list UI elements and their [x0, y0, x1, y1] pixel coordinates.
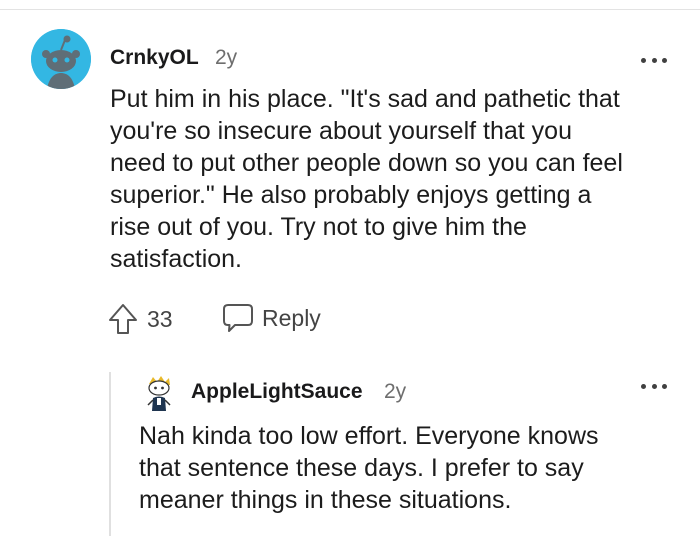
dot [641, 57, 646, 63]
thread-line[interactable] [109, 372, 111, 536]
upvote-arrow-icon [109, 304, 137, 334]
upvote-button[interactable] [108, 303, 138, 340]
dot [651, 57, 657, 63]
comment-body-line: satisfaction. [110, 245, 243, 273]
more-options-icon[interactable] [641, 56, 667, 64]
reply-body-line: meaner things in these situations. [139, 486, 512, 514]
snoo-avatar-icon [31, 29, 91, 89]
reply-body-line: Nah kinda too low effort. Everyone knows [139, 422, 599, 450]
top-divider [0, 9, 700, 10]
comment-body: Put him in his place. "It's sad and path… [110, 83, 695, 275]
comment-username[interactable]: CrnkyOL [110, 46, 199, 70]
dot [641, 383, 646, 389]
speech-bubble-icon [223, 304, 253, 332]
reply-body-line: that sentence these days. I prefer to sa… [139, 454, 584, 482]
comment-body-line: Put him in his place. "It's sad and path… [110, 85, 620, 113]
reply-label: Reply [262, 304, 321, 331]
reply-username[interactable]: AppleLightSauce [191, 380, 363, 404]
comment-body-line: you're so insecure about yourself that y… [110, 117, 572, 145]
comment-body-line: rise out of you. Try not to give him the [110, 213, 527, 241]
comment-body-line: superior." He also probably enjoys getti… [110, 181, 592, 209]
custom-snoo-avatar-icon [147, 376, 171, 411]
reply-button[interactable]: Reply [221, 302, 321, 334]
dot [662, 383, 667, 389]
more-options-icon[interactable] [641, 382, 667, 390]
comment-timestamp: 2y [215, 46, 238, 69]
reply-timestamp: 2y [384, 380, 407, 403]
reply-user-avatar[interactable] [143, 374, 175, 412]
user-avatar[interactable] [31, 29, 91, 89]
comment-body-line: need to put other people down so you can… [110, 149, 623, 177]
dot [662, 57, 667, 63]
vote-count: 33 [147, 306, 173, 332]
dot [651, 383, 657, 389]
reply-body: Nah kinda too low effort. Everyone knows… [139, 420, 694, 516]
